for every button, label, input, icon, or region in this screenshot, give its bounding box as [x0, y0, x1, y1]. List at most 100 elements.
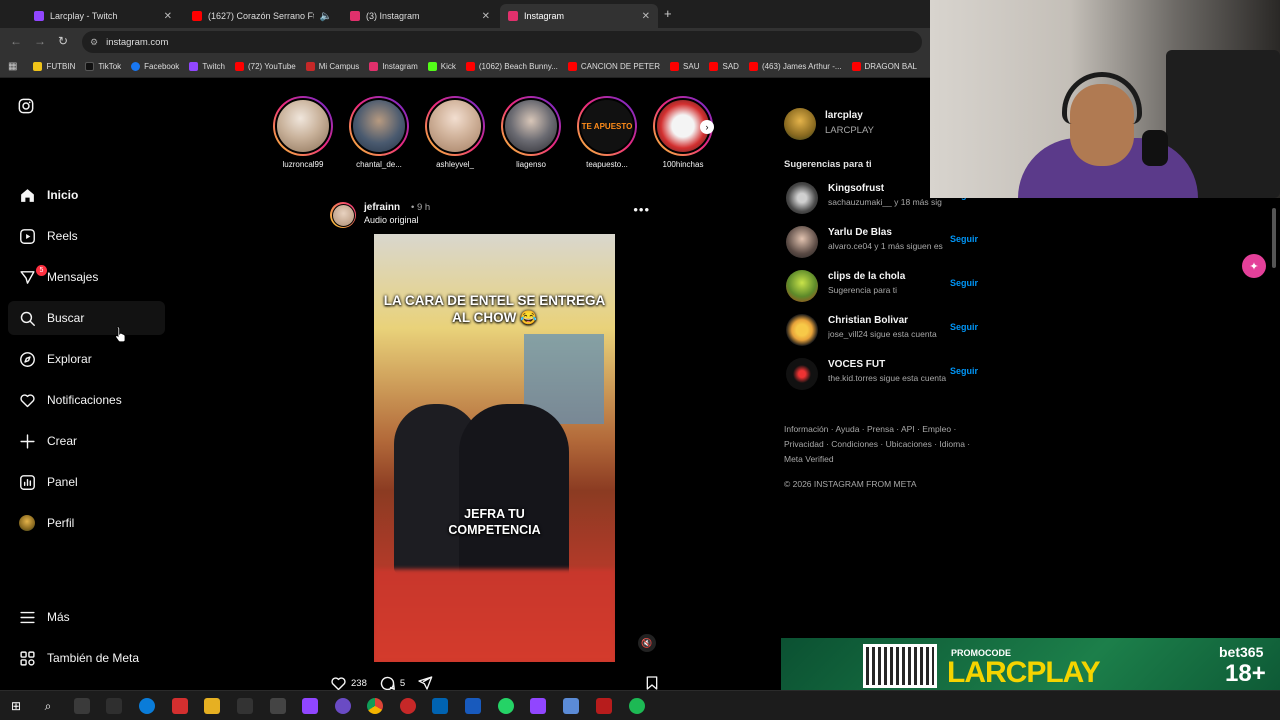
app-icon[interactable]: [432, 698, 448, 714]
app-icon[interactable]: [596, 698, 612, 714]
avatar[interactable]: [786, 182, 818, 214]
avatar[interactable]: [784, 108, 816, 140]
bookmark[interactable]: CANCION DE PETER: [567, 62, 660, 71]
word-icon[interactable]: [465, 698, 481, 714]
sidebar-item-reels[interactable]: Reels: [8, 219, 165, 253]
like-icon[interactable]: [330, 675, 347, 692]
story-item[interactable]: chantal_de...: [344, 96, 414, 169]
browser-tab[interactable]: (3) Instagram ✕: [342, 4, 498, 28]
browser-tab[interactable]: Larcplay - Twitch ✕: [26, 4, 180, 28]
suggestion-name[interactable]: Kingsofrust: [828, 183, 884, 194]
bookmark[interactable]: SAU: [670, 62, 699, 71]
sidebar-item-perfil[interactable]: Perfil: [8, 506, 165, 540]
sidebar-item-inicio[interactable]: Inicio: [8, 178, 165, 212]
bookmark[interactable]: (72) YouTube: [234, 62, 296, 71]
footer-links[interactable]: Privacidad · Condiciones · Ubicaciones ·…: [784, 437, 984, 452]
comment-icon[interactable]: [379, 675, 396, 692]
mute-icon[interactable]: 🔈: [320, 11, 332, 22]
suggestion-name[interactable]: VOCES FUT: [828, 359, 885, 370]
bookmark[interactable]: FUTBIN: [33, 62, 75, 71]
whatsapp-icon[interactable]: [498, 698, 514, 714]
post-author-name[interactable]: jefrainn: [364, 202, 400, 213]
bookmark[interactable]: Facebook: [131, 62, 179, 71]
suggestion-name[interactable]: clips de la chola: [828, 271, 905, 282]
sidebar-item-crear[interactable]: Crear: [8, 424, 165, 458]
follow-button[interactable]: Seguir: [950, 278, 978, 288]
bookmark[interactable]: (1062) Beach Bunny...: [465, 62, 558, 71]
follow-button[interactable]: Seguir: [950, 234, 978, 244]
close-icon[interactable]: ✕: [642, 11, 650, 22]
scrollbar-thumb[interactable]: [1272, 208, 1276, 268]
app-icon[interactable]: [270, 698, 286, 714]
more-options-icon[interactable]: •••: [633, 202, 650, 217]
youtube-icon: [192, 11, 202, 21]
suggestion-name[interactable]: Yarlu De Blas: [828, 227, 892, 238]
mute-icon[interactable]: 🔇: [638, 634, 656, 652]
avatar[interactable]: [786, 226, 818, 258]
twitch-icon[interactable]: [530, 698, 546, 714]
site-info-icon[interactable]: ⚙: [90, 37, 98, 48]
close-icon[interactable]: ✕: [482, 11, 490, 22]
extension-floating-icon[interactable]: ✦: [1242, 254, 1266, 278]
footer-links[interactable]: Meta Verified: [784, 452, 984, 467]
footer-links[interactable]: Información · Ayuda · Prensa · API · Emp…: [784, 422, 984, 437]
avatar[interactable]: [786, 358, 818, 390]
sidebar-item-panel[interactable]: Panel: [8, 465, 165, 499]
instagram-icon: [369, 62, 379, 71]
new-tab-button[interactable]: +: [664, 6, 672, 21]
bookmark[interactable]: Twitch: [189, 62, 225, 71]
sidebar-item-notificaciones[interactable]: Notificaciones: [8, 383, 165, 417]
follow-button[interactable]: Seguir: [950, 322, 978, 332]
post-author-avatar[interactable]: [330, 202, 356, 228]
sidebar-item-buscar[interactable]: Buscar: [8, 301, 165, 335]
follow-button[interactable]: Seguir: [950, 366, 978, 376]
story-item[interactable]: liagenso: [496, 96, 566, 169]
file-explorer-icon[interactable]: [204, 698, 220, 714]
bookmark[interactable]: Kick: [427, 62, 456, 71]
app-icon[interactable]: [106, 698, 122, 714]
task-view-icon[interactable]: [74, 698, 90, 714]
story-item[interactable]: ashleyvel_: [420, 96, 490, 169]
spotify-icon[interactable]: [629, 698, 645, 714]
browser-tab[interactable]: (1627) Corazón Serrano Ft 🔈: [184, 4, 340, 28]
bookmark[interactable]: SAD: [709, 62, 739, 71]
bookmark[interactable]: Instagram: [369, 62, 418, 71]
bookmark[interactable]: TikTok: [85, 62, 121, 71]
instagram-logo-icon[interactable]: [18, 98, 34, 119]
story-item[interactable]: TE APUESTO teapuesto...: [572, 96, 642, 169]
forward-icon[interactable]: →: [34, 34, 46, 48]
profile-username[interactable]: larcplay: [825, 110, 863, 121]
twitch-icon[interactable]: [302, 698, 318, 714]
apps-grid-icon[interactable]: ▦: [8, 61, 17, 72]
chrome-icon[interactable]: [367, 698, 383, 714]
more-menu-button[interactable]: Más: [8, 600, 165, 634]
app-icon[interactable]: [335, 698, 351, 714]
app-icon[interactable]: [400, 698, 416, 714]
bookmark[interactable]: (463) James Arthur -...: [748, 62, 842, 71]
bookmark[interactable]: DRAGON BAL: [851, 62, 917, 71]
post-video[interactable]: LA CARA DE ENTEL SE ENTREGA AL CHOW 😂 JE…: [322, 234, 666, 662]
browser-tab-active[interactable]: Instagram ✕: [500, 4, 658, 28]
stories-next-button[interactable]: ›: [700, 120, 714, 134]
back-icon[interactable]: ←: [10, 34, 22, 48]
avatar[interactable]: [786, 314, 818, 346]
url-input[interactable]: ⚙ instagram.com: [82, 31, 922, 53]
share-icon[interactable]: [417, 675, 433, 691]
sidebar-item-explorar[interactable]: Explorar: [8, 342, 165, 376]
app-icon[interactable]: [172, 698, 188, 714]
bookmark[interactable]: Mi Campus: [305, 62, 359, 71]
reload-icon[interactable]: ↻: [58, 34, 68, 48]
windows-start-icon[interactable]: ⊞: [8, 698, 24, 714]
suggestion-name[interactable]: Christian Bolivar: [828, 315, 908, 326]
sidebar-item-mensajes[interactable]: 5 Mensajes: [8, 260, 165, 294]
search-icon[interactable]: ⌕: [40, 698, 56, 714]
also-from-meta-button[interactable]: También de Meta: [8, 641, 165, 675]
edge-icon[interactable]: [139, 698, 155, 714]
close-icon[interactable]: ✕: [164, 11, 172, 22]
post-audio-label[interactable]: Audio original: [364, 215, 419, 225]
app-icon[interactable]: [563, 698, 579, 714]
avatar[interactable]: [786, 270, 818, 302]
story-item[interactable]: luzroncal99: [268, 96, 338, 169]
bookmark-icon[interactable]: [644, 675, 660, 691]
app-icon[interactable]: [237, 698, 253, 714]
